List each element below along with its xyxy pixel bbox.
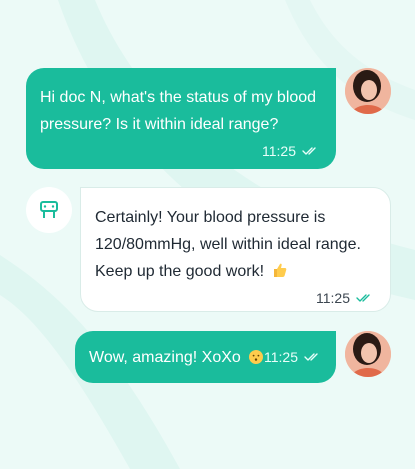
kissing-face-icon (249, 346, 264, 364)
doctor-bot-avatar[interactable] (26, 187, 72, 233)
message-text: Hi doc N, what's the status of my blood … (40, 89, 317, 133)
message-meta: 11:25 (40, 138, 320, 165)
message-time: 11:25 (316, 290, 350, 306)
message-bubble-incoming[interactable]: Certainly! Your blood pressure is 120/80… (80, 187, 391, 312)
message-text-wrap: Wow, amazing! XoXo (89, 344, 264, 371)
bot-icon (40, 201, 58, 218)
message-text: Wow, amazing! XoXo (89, 348, 241, 366)
message-meta: 11:25 (264, 344, 322, 371)
double-check-icon (356, 285, 374, 312)
message-time: 11:25 (264, 348, 298, 365)
message-time: 11:25 (262, 143, 296, 159)
message-text: Certainly! Your blood pressure is 120/80… (95, 209, 361, 280)
thumbs-up-icon (272, 260, 288, 277)
message-meta: 11:25 (95, 285, 374, 312)
message-text-wrap: Certainly! Your blood pressure is 120/80… (95, 204, 374, 285)
patient-avatar[interactable] (345, 68, 391, 114)
double-check-icon (304, 344, 322, 371)
message-bubble-outgoing[interactable]: Hi doc N, what's the status of my blood … (26, 68, 336, 169)
message-bubble-outgoing[interactable]: Wow, amazing! XoXo 11:25 (75, 331, 336, 383)
patient-avatar[interactable] (345, 331, 391, 377)
double-check-icon (302, 138, 320, 165)
